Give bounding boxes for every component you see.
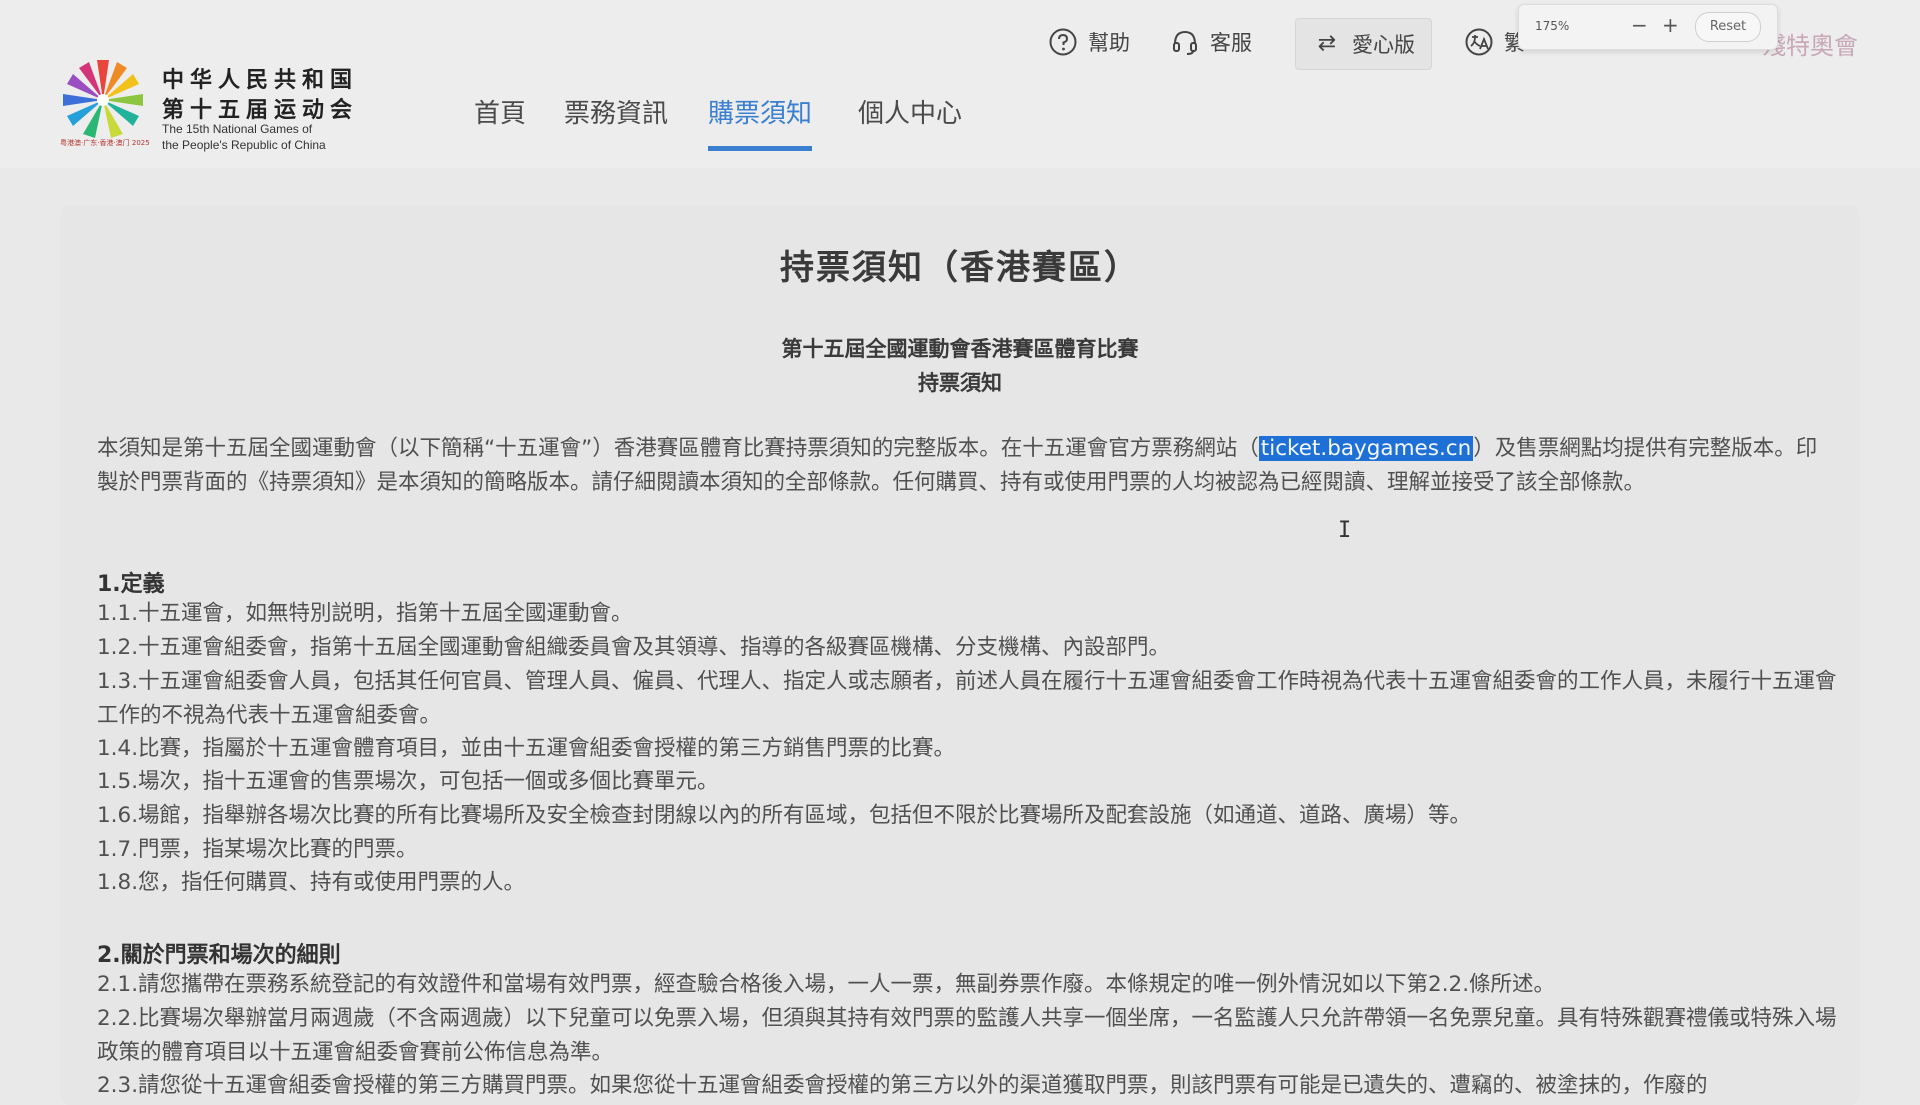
logo-title-en-line2: the People's Republic of China	[162, 138, 326, 152]
list-item: 1.6.場館，指舉辦各場次比賽的所有比賽場所及安全檢查封閉線以內的所有區域，包括…	[97, 803, 1472, 828]
nav-personal-center[interactable]: 個人中心	[858, 94, 962, 146]
customer-service-button[interactable]: 客服	[1170, 24, 1252, 60]
nav-purchase-notice[interactable]: 購票須知	[708, 94, 813, 151]
nav-home[interactable]: 首頁	[474, 94, 526, 146]
text-cursor-icon: I	[1338, 518, 1352, 543]
document-subtitle-2: 持票須知	[918, 371, 1002, 395]
help-label: 幫助	[1088, 31, 1130, 55]
swap-icon: ⇄	[1317, 31, 1337, 56]
nav-ticket-info[interactable]: 票務資訊	[564, 94, 668, 146]
intro-paragraph: 本須知是第十五屆全國運動會（以下簡稱“十五運會”）香港賽區體育比賽持票須知的完整…	[97, 432, 1837, 499]
language-button[interactable]: 繁	[1464, 24, 1525, 60]
list-item: 1.1.十五運會，如無特別説明，指第十五屆全國運動會。	[97, 601, 633, 626]
logo-tagline: 粤港澳·广东·香港·澳门 2025	[60, 139, 150, 147]
list-item: 2.2.比賽場次舉辦當月兩週歲（不含兩週歲）以下兒童可以免票入場，但須與其持有效…	[97, 1006, 1837, 1065]
list-item: 1.3.十五運會組委會人員，包括其任何官員、管理人員、僱員、代理人、指定人或志願…	[97, 669, 1837, 728]
customer-service-label: 客服	[1210, 31, 1252, 55]
section-heading-definitions: 1.定義	[97, 572, 165, 597]
list-item: 1.8.您，指任何購買、持有或使用門票的人。	[97, 870, 526, 895]
list-item: 1.2.十五運會組委會，指第十五屆全國運動會組織委員會及其領導、指導的各級賽區機…	[97, 635, 1171, 660]
list-item: 1.7.門票，指某場次比賽的門票。	[97, 837, 418, 862]
care-mode-label: 愛心版	[1352, 33, 1415, 57]
zoom-control: 175% − + Reset	[1518, 4, 1778, 50]
list-item: 1.4.比賽，指屬於十五運會體育項目，並由十五運會組委會授權的第三方銷售門票的比…	[97, 736, 956, 761]
page-title: 持票須知（香港賽區）	[780, 248, 1140, 288]
document-subtitle: 第十五屆全國運動會香港賽區體育比賽	[781, 337, 1139, 361]
help-icon	[1049, 28, 1077, 56]
headset-icon	[1173, 30, 1197, 55]
language-icon	[1465, 28, 1493, 56]
list-item: 2.3.請您從十五運會組委會授權的第三方購買門票。如果您從十五運會組委會授權的第…	[97, 1073, 1708, 1098]
logo-title-en-line1: The 15th National Games of	[162, 122, 313, 136]
intro-text-before: 本須知是第十五屆全國運動會（以下簡稱“十五運會”）香港賽區體育比賽持票須知的完整…	[97, 436, 1259, 461]
section-heading-ticket-rules: 2.關於門票和場次的細則	[97, 943, 341, 968]
care-mode-button[interactable]: ⇄ 愛心版	[1295, 18, 1432, 70]
help-button[interactable]: 幫助	[1048, 24, 1130, 60]
zoom-level: 175%	[1535, 19, 1570, 33]
zoom-reset-button[interactable]: Reset	[1695, 12, 1761, 42]
zoom-out-button[interactable]: −	[1631, 13, 1648, 37]
list-item: 2.1.請您攜帶在票務系統登記的有效證件和當場有效門票，經查驗合格後入場，一人一…	[97, 972, 1556, 997]
ticket-site-link[interactable]: ticket.baygames.cn	[1258, 436, 1474, 461]
logo-title-cn-line2: 第十五届运动会	[162, 98, 359, 123]
list-item: 1.5.場次，指十五運會的售票場次，可包括一個或多個比賽單元。	[97, 769, 719, 794]
zoom-in-button[interactable]: +	[1662, 13, 1679, 37]
top-toolbar: 幫助 客服 ⇄ 愛心版 繁 殘特奧會 175% − + Reset	[0, 0, 1920, 80]
